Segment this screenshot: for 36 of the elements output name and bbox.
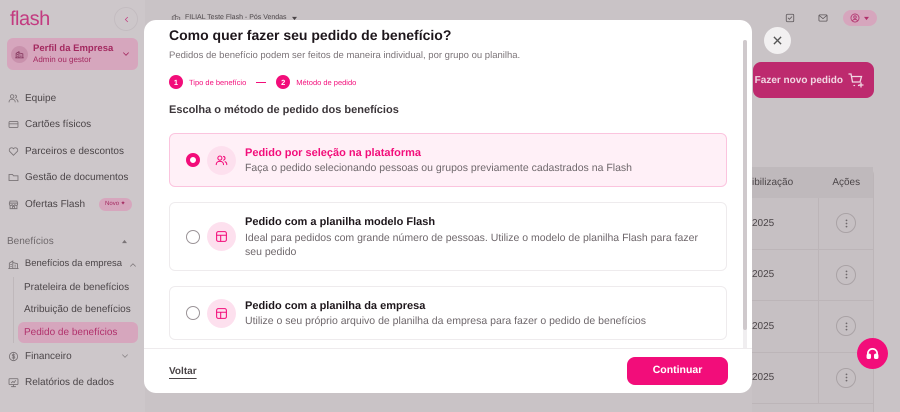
nav-item[interactable]: Benefícios da empresa	[7, 252, 138, 276]
nav-item[interactable]: Financeiro	[7, 343, 138, 369]
column-header: ibilização	[752, 176, 794, 190]
profile-role: Admin ou gestor	[33, 54, 92, 65]
new-order-button[interactable]: Fazer novo pedido	[753, 62, 874, 98]
section-heading: Escolha o método de pedido dos benefícios	[169, 103, 400, 118]
profile-name: Perfil da Empresa	[33, 43, 114, 55]
option-title: Pedido com a planilha da empresa	[245, 298, 426, 314]
back-link[interactable]: Voltar	[169, 364, 197, 378]
nav-label: Relatórios de dados	[25, 376, 115, 390]
dialog-subtitle: Pedidos de benefício podem ser feitos de maneira individual, por grupo ou planilha.	[169, 49, 522, 63]
nav-label: Benefícios da empresa	[24, 257, 122, 272]
nav-item[interactable]: Equipe	[7, 85, 138, 112]
continue-button[interactable]: Continuar	[627, 357, 728, 385]
option-card[interactable]: Pedido com a planilha da empresa Utilize o seu próprio arquivo de planilha da empresa para fazer o pedido de benefícios	[169, 286, 727, 340]
nav-label: Ofertas Flash	[25, 198, 86, 212]
nav-item[interactable]: Relatórios de dados	[7, 369, 138, 395]
option-description: Utilize o seu próprio arquivo de planilha da empresa para fazer o pedido de benefícios	[245, 314, 646, 328]
option-description: Ideal para pedidos com grande número de pessoas. Utilize o modelo de planilha Flash para fazer seu pedido	[245, 230, 699, 259]
profile-selector[interactable]: Perfil da Empresa Admin ou gestor	[7, 38, 138, 70]
nav-label: Financeiro	[25, 350, 73, 364]
logo: flash	[10, 9, 50, 29]
nav-item[interactable]: Parceiros e descontos	[7, 138, 138, 164]
option-card[interactable]: Pedido com a planilha modelo Flash Ideal para pedidos com grande número de pessoas. Utilize o modelo de planilha Flash para fazer seu pedido	[169, 202, 727, 271]
option-title: Pedido por seleção na plataforma	[245, 146, 422, 161]
nav-item[interactable]: Gestão de documentos	[7, 164, 138, 191]
option-description: Faça o pedido selecionando pessoas ou grupos previamente cadastrados na Flash	[245, 161, 632, 176]
option-title: Pedido com a planilha modelo Flash	[245, 215, 436, 230]
option-card[interactable]: Pedido por seleção na plataforma Faça o pedido selecionando pessoas ou grupos previamente cadastrados na Flash	[169, 132, 727, 188]
nav-subitem[interactable]: Atribuição de benefícios	[18, 299, 138, 320]
nav-subitem[interactable]: Prateleira de benefícios	[18, 276, 138, 298]
section-label: Benefícios	[7, 235, 54, 249]
nav-item[interactable]: Cartões físicos	[7, 112, 138, 138]
nav-subitem[interactable]: Pedido de benefícios	[18, 322, 138, 343]
dialog-title: Como quer fazer seu pedido de benefício?	[169, 26, 452, 45]
column-header: Ações	[831, 176, 862, 190]
